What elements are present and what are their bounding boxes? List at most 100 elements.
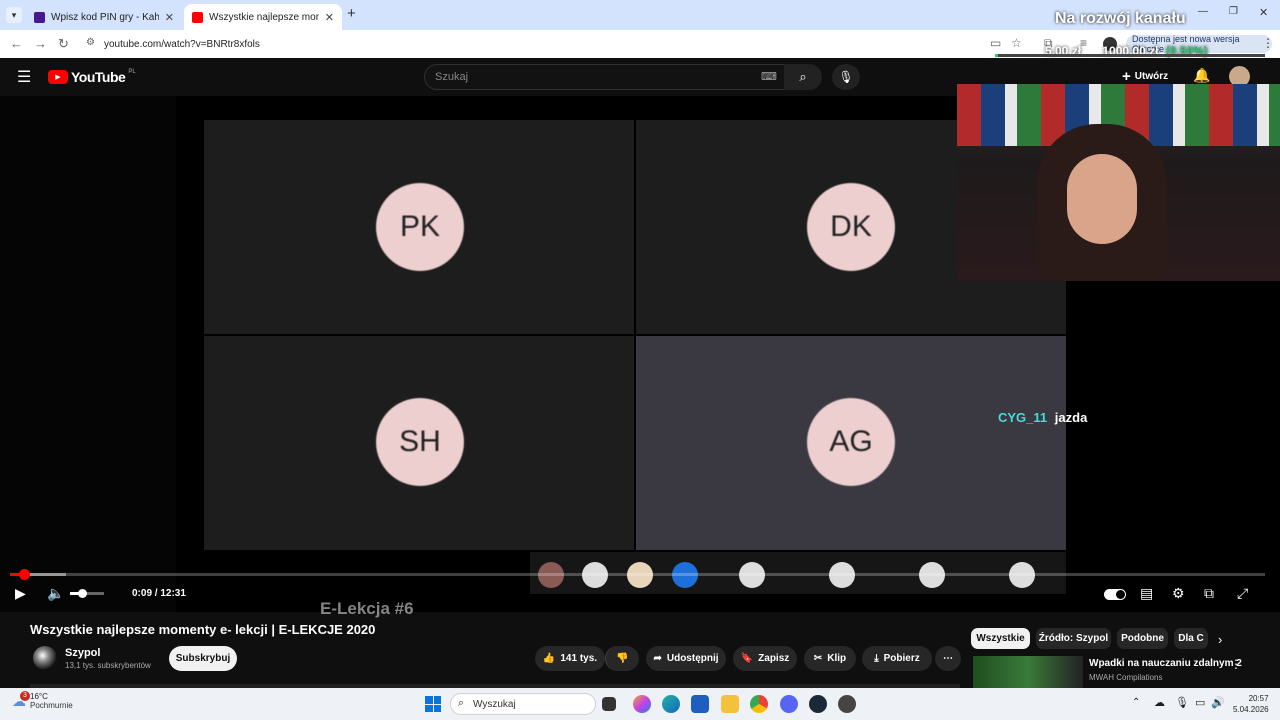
tab-youtube[interactable]: Wszystkie najlepsze momenty e ✕ <box>184 4 342 30</box>
youtube-wordmark: YouTube <box>71 69 126 85</box>
participant-avatar: AG <box>807 398 895 486</box>
maximize-button[interactable]: ❐ <box>1229 6 1238 17</box>
create-label: Utwórz <box>1134 71 1169 82</box>
keyboard-icon[interactable]: ⌨ <box>761 70 777 83</box>
edge-icon[interactable] <box>662 695 680 713</box>
share-label: Udostępnij <box>666 653 719 664</box>
video-frame-left-shade <box>0 96 176 612</box>
chat-username: CYG_11 <box>998 410 1048 425</box>
volume-slider[interactable] <box>70 592 104 595</box>
tray-overflow-icon[interactable]: ⌃ <box>1132 697 1140 708</box>
chrome-menu-icon[interactable]: ⋮ <box>1262 36 1274 50</box>
settings-gear-icon[interactable]: ⚙ <box>1172 585 1185 602</box>
channel-name[interactable]: Szypol <box>65 647 100 659</box>
bookmark-star-icon[interactable]: ☆ <box>1011 36 1022 50</box>
recommended-video-title[interactable]: Wpadki na nauczaniu zdalnym 2 <box>1089 658 1242 669</box>
download-button[interactable]: ⤓ Pobierz <box>862 646 932 671</box>
forward-icon[interactable]: → <box>34 36 47 51</box>
close-window-button[interactable]: ✕ <box>1259 6 1268 19</box>
cast-icon[interactable]: ▭ <box>990 36 1001 50</box>
minimize-button[interactable]: — <box>1198 6 1208 17</box>
volume-handle[interactable] <box>78 589 87 598</box>
url-bar[interactable]: ⚙ youtube.com/watch?v=BNRtr8xfols <box>76 33 976 55</box>
recommended-channel: MWAH Compilations <box>1089 673 1163 682</box>
subtitles-icon[interactable]: ▤ <box>1140 585 1153 602</box>
share-button[interactable]: ➦ Udostępnij <box>646 646 726 671</box>
chevron-right-icon[interactable]: › <box>1218 632 1222 647</box>
chip-all[interactable]: Wszystkie <box>971 628 1030 649</box>
speaker-icon[interactable]: 🔊 <box>1211 696 1225 709</box>
voice-search-button[interactable]: 🎙 <box>832 64 860 90</box>
address-toolbar: ← → ↻ ⚙ youtube.com/watch?v=BNRtr8xfols … <box>0 30 1280 58</box>
start-button[interactable] <box>425 696 441 712</box>
youtube-logo[interactable]: ▶ YouTube PL <box>48 69 136 85</box>
search-button[interactable]: ⌕ <box>784 64 822 90</box>
thumbs-up-icon: 👍 <box>542 653 556 664</box>
dislike-button[interactable]: 👎 <box>605 646 639 671</box>
channel-avatar[interactable] <box>33 646 57 670</box>
chip-for-you[interactable]: Dla C <box>1174 628 1208 649</box>
search-icon: ⌕ <box>799 69 807 84</box>
url-text: youtube.com/watch?v=BNRtr8xfols <box>104 38 260 50</box>
miniplayer-icon[interactable]: ⧉ <box>1204 585 1214 602</box>
browser-tab-strip: ▾ Wpisz kod PIN gry - Kahoot! ✕ Wszystki… <box>0 0 1280 30</box>
chip-from-channel[interactable]: Źródło: Szypol <box>1036 628 1111 649</box>
more-vert-icon[interactable]: ⋮ <box>1230 657 1242 671</box>
thumbs-down-icon: 👎 <box>616 653 629 664</box>
weather-temp: 16°C <box>30 692 48 701</box>
play-icon[interactable]: ▶ <box>15 585 26 602</box>
youtube-favicon-icon <box>192 11 203 23</box>
notifications-bell-icon[interactable]: 🔔 <box>1193 67 1210 84</box>
new-tab-button[interactable]: + <box>347 5 356 22</box>
store-icon[interactable] <box>691 695 709 713</box>
close-tab-icon[interactable]: ✕ <box>165 11 174 24</box>
more-icon: ⋯ <box>943 653 953 664</box>
scissors-icon: ✂ <box>813 653 823 664</box>
clip-label: Klip <box>827 653 847 664</box>
file-explorer-icon[interactable] <box>721 695 739 713</box>
task-view-icon[interactable] <box>602 697 616 711</box>
chip-related[interactable]: Podobne <box>1117 628 1168 649</box>
microphone-icon: 🎙 <box>838 70 854 84</box>
close-tab-icon[interactable]: ✕ <box>325 11 334 24</box>
discord-icon[interactable] <box>780 695 798 713</box>
mic-tray-icon[interactable]: 🎙 <box>1175 696 1189 709</box>
chrome-icon[interactable] <box>750 695 768 713</box>
fullscreen-icon[interactable]: ⤢ <box>1237 585 1248 602</box>
taskbar-clock[interactable]: 20:57 5.04.2026 <box>1233 693 1269 715</box>
save-label: Zapisz <box>758 653 790 664</box>
more-actions-button[interactable]: ⋯ <box>935 646 961 671</box>
streamer-webcam <box>957 84 1280 281</box>
like-button[interactable]: 👍 141 tys. <box>535 646 605 671</box>
reload-icon[interactable]: ↻ <box>58 36 69 52</box>
app-icon[interactable] <box>838 695 856 713</box>
autoplay-toggle[interactable] <box>1104 589 1126 600</box>
clock-time: 20:57 <box>1248 694 1269 703</box>
kahoot-favicon-icon <box>34 11 45 23</box>
search-input[interactable]: Szukaj ⌨ <box>424 64 786 90</box>
buffered-bar <box>24 573 66 576</box>
volume-icon[interactable]: 🔈 <box>47 585 64 602</box>
clip-button[interactable]: ✂ Klip <box>804 646 856 671</box>
steam-icon[interactable] <box>809 695 827 713</box>
progress-bar[interactable] <box>10 573 1265 576</box>
subscribe-button[interactable]: Subskrybuj <box>169 646 237 671</box>
hamburger-menu-icon[interactable]: ☰ <box>17 67 31 87</box>
create-button[interactable]: + Utwórz <box>1122 68 1168 85</box>
region-code: PL <box>128 69 136 75</box>
tab-label: Wpisz kod PIN gry - Kahoot! <box>51 11 159 23</box>
display-icon[interactable]: ▭ <box>1195 696 1205 709</box>
search-icon: ⌕ <box>458 697 465 709</box>
save-button[interactable]: 🔖 Zapisz <box>733 646 797 671</box>
tab-kahoot[interactable]: Wpisz kod PIN gry - Kahoot! ✕ <box>26 4 182 30</box>
tab-label: Wszystkie najlepsze momenty e <box>209 11 319 23</box>
scrubber-handle[interactable] <box>19 569 30 580</box>
site-info-icon[interactable]: ⚙ <box>86 37 95 48</box>
network-icon[interactable]: ☁ <box>1154 696 1165 709</box>
taskbar-search[interactable]: ⌕ Wyszukaj <box>450 693 596 715</box>
chat-text: jazda <box>1054 410 1088 425</box>
copilot-icon[interactable] <box>633 695 651 713</box>
tab-search-button[interactable]: ▾ <box>6 7 22 23</box>
back-icon[interactable]: ← <box>10 36 23 51</box>
recommended-video-thumbnail[interactable] <box>973 656 1083 688</box>
